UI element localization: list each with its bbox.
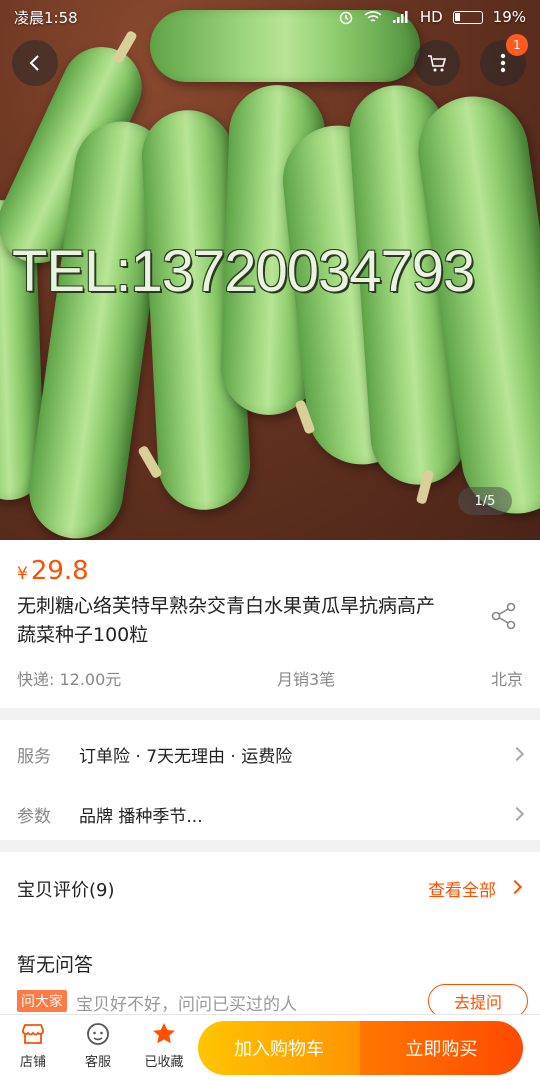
chevron-right-icon	[509, 746, 525, 762]
price: ¥ 29.8	[17, 556, 89, 586]
add-to-cart-button[interactable]: 加入购物车	[198, 1021, 360, 1075]
battery-level: 19%	[492, 8, 526, 26]
currency-symbol: ¥	[17, 564, 28, 584]
params-value: 品牌 播种季节...	[79, 806, 203, 827]
star-icon	[153, 1023, 175, 1044]
image-counter: 1/5	[458, 487, 512, 515]
alarm-icon	[339, 11, 353, 25]
favorite-button[interactable]: 已收藏	[136, 1021, 192, 1077]
chevron-right-icon	[507, 879, 523, 895]
favorite-label: 已收藏	[144, 1055, 184, 1070]
price-value: 29.8	[30, 556, 89, 586]
more-vertical-icon	[500, 53, 506, 73]
image-watermark: TEL:13720034793	[12, 239, 475, 304]
bottom-action-bar: 店铺 客服 已收藏 加入购物车 立即购买	[0, 1014, 540, 1080]
product-image-gallery[interactable]: TEL:13720034793 1/5	[0, 0, 540, 540]
ask-question-button[interactable]: 去提问	[428, 984, 528, 1018]
reviews-section: 宝贝评价(9) 查看全部	[0, 852, 540, 922]
service-row[interactable]: 服务 订单险 · 7天无理由 · 运费险	[0, 724, 540, 784]
qa-title: 暂无问答	[17, 954, 94, 976]
share-icon[interactable]	[488, 600, 520, 632]
ask-everyone-tag: 问大家	[17, 990, 67, 1012]
store-icon	[22, 1024, 44, 1044]
cart-icon	[428, 55, 447, 72]
store-button[interactable]: 店铺	[5, 1021, 61, 1077]
customer-service-label: 客服	[84, 1055, 111, 1070]
chevron-right-icon	[509, 806, 525, 822]
customer-service-button[interactable]: 客服	[70, 1021, 126, 1077]
status-time: 凌晨1:58	[14, 8, 78, 27]
reviews-title: 宝贝评价(9)	[17, 880, 115, 901]
ship-location: 北京	[490, 670, 523, 689]
product-title: 无刺糖心络芙特早熟杂交青白水果黄瓜旱抗病高产蔬菜种子100粒	[17, 595, 436, 646]
qa-section: 暂无问答 问大家 宝贝好不好，问问已买过的人 去提问	[0, 922, 540, 1018]
customer-service-icon	[87, 1023, 109, 1045]
battery-icon	[452, 10, 483, 24]
qa-hint: 宝贝好不好，问问已买过的人	[76, 995, 297, 1015]
service-value: 订单险 · 7天无理由 · 运费险	[79, 746, 293, 767]
store-label: 店铺	[19, 1055, 46, 1070]
notification-badge: 1	[506, 34, 528, 56]
chevron-left-icon	[29, 55, 39, 71]
signal-icon	[392, 11, 408, 23]
shipping-fee: 快递: 12.00元	[17, 670, 122, 689]
params-label: 参数	[17, 806, 51, 827]
params-row[interactable]: 参数 品牌 播种季节...	[0, 784, 540, 844]
service-params-section: 服务 订单险 · 7天无理由 · 运费险 参数 品牌 播种季节...	[0, 720, 540, 840]
buy-now-button[interactable]: 立即购买	[360, 1021, 523, 1075]
monthly-sales: 月销3笔	[277, 670, 336, 689]
wifi-icon	[364, 11, 382, 22]
product-info-section: ¥ 29.8 无刺糖心络芙特早熟杂交青白水果黄瓜旱抗病高产蔬菜种子100粒 快递…	[0, 540, 540, 708]
service-label: 服务	[17, 746, 51, 767]
back-button[interactable]	[12, 40, 58, 86]
more-menu-button[interactable]: 1	[480, 34, 528, 86]
network-type: HD	[419, 8, 443, 26]
cart-button[interactable]	[414, 40, 460, 86]
view-all-reviews-link[interactable]: 查看全部	[428, 876, 496, 901]
product-meta: 快递: 12.00元 月销3笔 北京	[17, 666, 523, 690]
status-bar: 凌晨1:58 HD 19%	[0, 0, 540, 34]
